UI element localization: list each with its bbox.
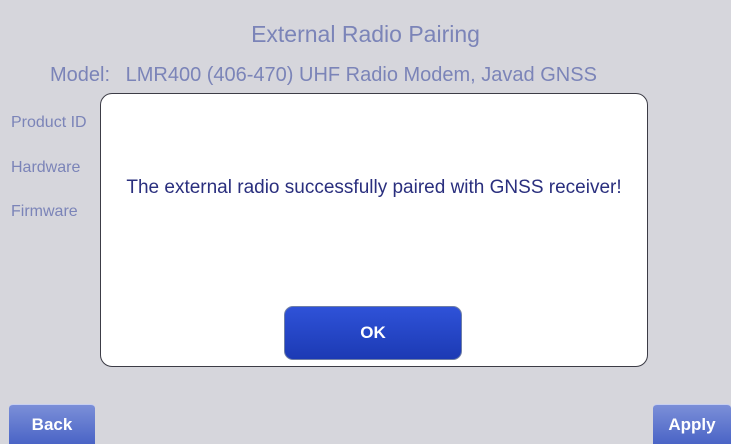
firmware-label: Firmware xyxy=(11,203,78,220)
pairing-success-dialog: The external radio successfully paired w… xyxy=(100,93,648,367)
model-line: Model: LMR400 (406-470) UHF Radio Modem,… xyxy=(50,64,597,87)
dialog-message: The external radio successfully paired w… xyxy=(126,177,622,198)
product-id-label: Product ID xyxy=(11,114,87,131)
apply-button[interactable]: Apply xyxy=(653,404,731,444)
model-label: Model: xyxy=(50,64,111,86)
model-value: LMR400 (406-470) UHF Radio Modem, Javad … xyxy=(125,64,597,86)
page-title: External Radio Pairing xyxy=(251,21,480,47)
ok-button[interactable]: OK xyxy=(284,306,462,360)
hardware-label: Hardware xyxy=(11,159,81,176)
back-button[interactable]: Back xyxy=(9,404,95,444)
pairing-screen: External Radio Pairing Model: LMR400 (40… xyxy=(0,0,731,444)
